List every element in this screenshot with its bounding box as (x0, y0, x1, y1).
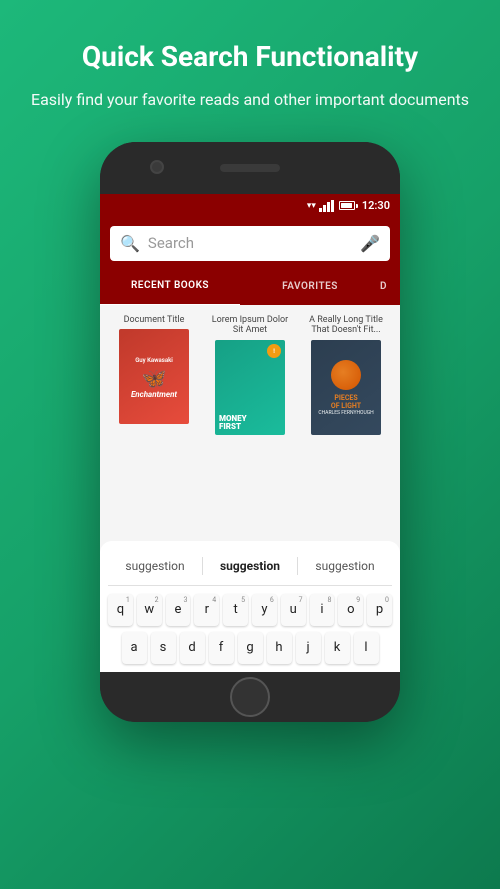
butterfly-icon: 🦋 (142, 366, 167, 390)
search-bar-container: 🔍 Search 🎤 (100, 218, 400, 269)
suggestions-row: suggestion suggestion suggestion (108, 553, 392, 586)
phone-speaker (220, 164, 280, 172)
tabs-bar: RECENT BOOKS FAVORITES D (100, 269, 400, 305)
book-name-enchant: Enchantment (131, 390, 177, 399)
header-title: Quick Search Functionality (30, 40, 470, 74)
battery-icon (339, 201, 355, 210)
book-cover-2: ! MONEYFIRST (215, 340, 285, 435)
header-section: Quick Search Functionality Easily find y… (0, 0, 500, 132)
book-title-1: Document Title (124, 315, 185, 326)
key-q[interactable]: 1q (108, 594, 133, 626)
book-title-3: A Really Long Title That Doesn't Fit... (302, 315, 390, 337)
key-s[interactable]: s (151, 632, 176, 664)
wifi-icon: ▾▾ (307, 201, 316, 211)
signal-bars (319, 200, 334, 212)
key-k[interactable]: k (325, 632, 350, 664)
key-o[interactable]: 9o (338, 594, 363, 626)
book-item-1[interactable]: Document Title Guy Kawasaki 🦋 Enchantmen… (110, 315, 198, 531)
keyboard: 1q 2w 3e 4r 5t 6y 7u 8i 9o 0p a s d f (108, 594, 392, 664)
suggestion-1[interactable]: suggestion (108, 559, 202, 573)
book-cover-enchant: Guy Kawasaki 🦋 Enchantment (119, 329, 189, 424)
key-f[interactable]: f (209, 632, 234, 664)
search-bar[interactable]: 🔍 Search 🎤 (110, 226, 390, 261)
microphone-icon[interactable]: 🎤 (360, 234, 380, 253)
money-title: MONEYFIRST (219, 415, 247, 431)
keyboard-row-1: 1q 2w 3e 4r 5t 6y 7u 8i 9o 0p (108, 594, 392, 626)
suggestion-2[interactable]: suggestion (203, 559, 297, 573)
key-w[interactable]: 2w (137, 594, 162, 626)
key-h[interactable]: h (267, 632, 292, 664)
status-icons: ▾▾ 12:30 (307, 199, 390, 212)
key-p[interactable]: 0p (367, 594, 392, 626)
signal-bar-2 (323, 205, 326, 212)
keyboard-row-2: a s d f g h j k l (108, 632, 392, 664)
pieces-subtitle: CHARLES FERNYHOUGH (318, 410, 373, 416)
book-item-2[interactable]: Lorem Ipsum Dolor Sit Amet ! MONEYFIRST (206, 315, 294, 531)
key-u[interactable]: 7u (281, 594, 306, 626)
signal-bar-1 (319, 208, 322, 212)
book-title-2: Lorem Ipsum Dolor Sit Amet (206, 315, 294, 337)
signal-bar-4 (331, 200, 334, 212)
key-a[interactable]: a (122, 632, 147, 664)
book-cover-3: PIECESOF LIGHT CHARLES FERNYHOUGH (311, 340, 381, 435)
money-badge: ! (267, 344, 281, 358)
key-d[interactable]: d (180, 632, 205, 664)
phone-bottom-bezel (100, 672, 400, 722)
phone-top-bezel (100, 142, 400, 194)
pieces-title: PIECESOF LIGHT (331, 394, 361, 410)
battery-fill (341, 203, 352, 208)
status-bar: ▾▾ 12:30 (100, 194, 400, 218)
phone-screen: ▾▾ 12:30 🔍 Search 🎤 (100, 194, 400, 672)
suggestion-3[interactable]: suggestion (298, 559, 392, 573)
bottom-sheet: suggestion suggestion suggestion 1q 2w 3… (100, 541, 400, 672)
book-author-1: Guy Kawasaki (133, 355, 175, 366)
book-cover-pieces: PIECESOF LIGHT CHARLES FERNYHOUGH (311, 340, 381, 435)
book-cover-1: Guy Kawasaki 🦋 Enchantment (119, 329, 189, 424)
tab-recent-books[interactable]: RECENT BOOKS (100, 268, 240, 306)
key-r[interactable]: 4r (194, 594, 219, 626)
status-time: 12:30 (362, 199, 390, 212)
phone-mockup: ▾▾ 12:30 🔍 Search 🎤 (100, 142, 400, 722)
search-icon: 🔍 (120, 234, 140, 253)
badge-text: ! (273, 348, 275, 355)
pieces-orb (331, 360, 361, 390)
book-cover-money: ! MONEYFIRST (215, 340, 285, 435)
key-g[interactable]: g (238, 632, 263, 664)
book-item-3[interactable]: A Really Long Title That Doesn't Fit... … (302, 315, 390, 531)
header-subtitle: Easily find your favorite reads and othe… (30, 88, 470, 112)
key-t[interactable]: 5t (223, 594, 248, 626)
key-l[interactable]: l (354, 632, 379, 664)
tab-favorites[interactable]: FAVORITES (240, 269, 380, 305)
phone-camera (150, 160, 164, 174)
key-e[interactable]: 3e (166, 594, 191, 626)
key-y[interactable]: 6y (252, 594, 277, 626)
key-j[interactable]: j (296, 632, 321, 664)
search-input[interactable]: Search (148, 234, 352, 252)
tab-partial[interactable]: D (380, 269, 400, 305)
signal-bar-3 (327, 202, 330, 212)
books-grid: Document Title Guy Kawasaki 🦋 Enchantmen… (100, 305, 400, 541)
key-i[interactable]: 8i (310, 594, 335, 626)
home-button[interactable] (230, 677, 270, 717)
